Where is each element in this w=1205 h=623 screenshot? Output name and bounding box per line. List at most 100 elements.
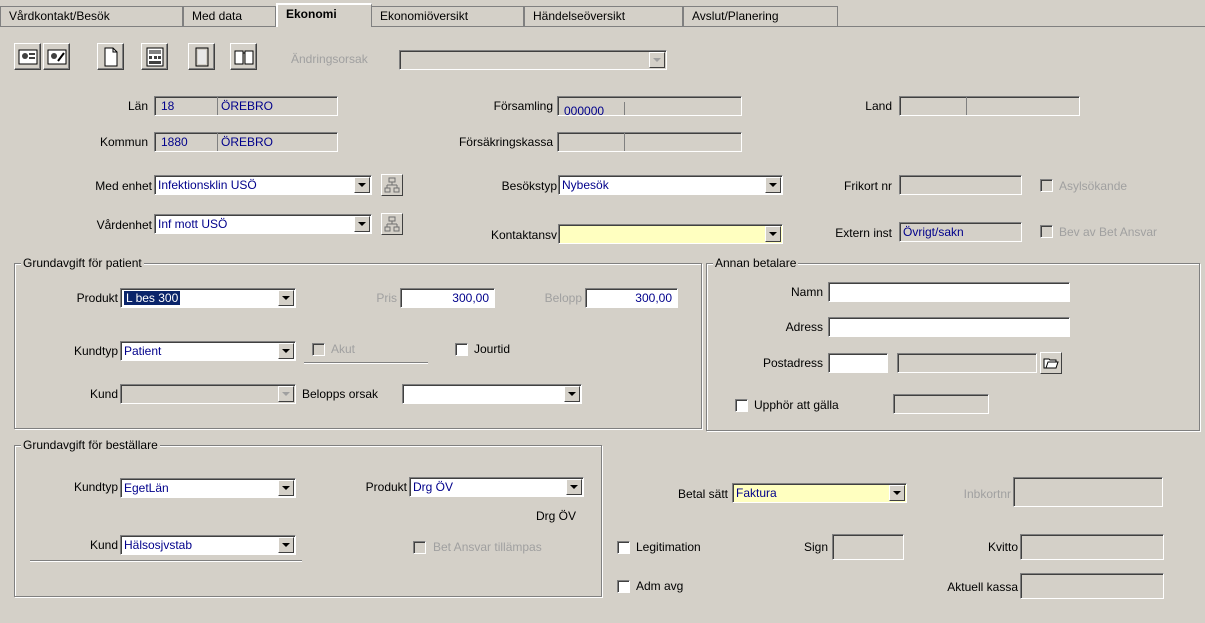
patient-kund-select[interactable] <box>120 384 296 404</box>
forsamling-field: 000000 <box>557 96 742 116</box>
besokstyp-select[interactable]: Nybesök <box>558 175 783 195</box>
forsamling-name <box>625 97 628 115</box>
namn-field[interactable] <box>828 282 1070 302</box>
postort-field[interactable] <box>897 353 1037 373</box>
tab-avslut-planering[interactable]: Avslut/Planering <box>683 6 838 26</box>
land-name <box>967 97 970 115</box>
chevron-down-icon[interactable] <box>278 480 294 496</box>
chevron-down-icon[interactable] <box>566 479 582 495</box>
orderer-produkt-text: Drg ÖV <box>536 509 577 523</box>
legitimation-label: Legitimation <box>636 540 701 554</box>
chevron-down-icon[interactable] <box>765 177 781 193</box>
frikort-field[interactable] <box>899 175 1022 195</box>
forsakringskassa-code <box>561 133 625 151</box>
namn-label: Namn <box>790 285 823 299</box>
pris-label: Pris <box>376 291 397 305</box>
blank-page-icon[interactable] <box>188 43 215 70</box>
chevron-down-icon[interactable] <box>765 226 781 242</box>
org-tree-icon[interactable] <box>381 174 403 196</box>
vardenhet-label: Vårdenhet <box>96 218 152 232</box>
lan-name: ÖREBRO <box>221 99 274 113</box>
asylsokande-checkbox[interactable] <box>1040 179 1053 192</box>
med-enhet-select[interactable]: Infektionsklin USÖ <box>154 175 372 195</box>
forsakringskassa-name <box>625 133 628 151</box>
chevron-down-icon[interactable] <box>278 343 294 359</box>
calculator-icon[interactable] <box>141 43 168 70</box>
patient-kundtyp-value: Patient <box>124 344 162 358</box>
akut-checkbox[interactable] <box>312 343 325 356</box>
sign-field[interactable] <box>832 534 904 560</box>
patient-kundtyp-select[interactable]: Patient <box>120 341 296 361</box>
forsamling-code: 000000 <box>561 102 625 115</box>
orderer-produkt-select[interactable]: Drg ÖV <box>409 477 584 497</box>
frikort-label: Frikort nr <box>844 179 892 193</box>
extern-inst-field[interactable]: Övrigt/sakn <box>899 222 1022 242</box>
postadress-label: Postadress <box>762 356 823 370</box>
tab-ekonomioversikt[interactable]: Ekonomiöversikt <box>371 6 524 26</box>
orderer-kundtyp-select[interactable]: EgetLän <box>120 478 296 498</box>
chevron-down-icon[interactable] <box>278 386 294 402</box>
chevron-down-icon[interactable] <box>649 52 665 68</box>
aktuell-kassa-field[interactable] <box>1020 573 1164 599</box>
tab-vardkontakt[interactable]: Vårdkontakt/Besök <box>0 6 183 26</box>
land-code <box>903 97 967 115</box>
tab-med-data[interactable]: Med data <box>183 6 276 26</box>
open-folder-icon[interactable] <box>1040 352 1062 374</box>
adm-avg-checkbox[interactable] <box>617 580 630 593</box>
upphor-att-galla-checkbox[interactable] <box>735 399 748 412</box>
forsamling-label: Församling <box>493 99 553 113</box>
akut-divider <box>304 362 428 364</box>
chevron-down-icon[interactable] <box>278 537 294 553</box>
kommun-code: 1880 <box>158 133 218 151</box>
org-tree-icon[interactable] <box>381 213 403 235</box>
chevron-down-icon[interactable] <box>889 485 905 501</box>
betal-satt-value: Faktura <box>736 486 777 500</box>
jourtid-label: Jourtid <box>474 342 511 356</box>
tab-handelseoversikt[interactable]: Händelseöversikt <box>524 6 683 26</box>
forsakringskassa-field <box>557 132 742 152</box>
book-icon[interactable] <box>230 43 257 70</box>
orderer-kund-divider <box>30 560 302 562</box>
chevron-down-icon[interactable] <box>564 386 580 402</box>
kvitto-field[interactable] <box>1020 534 1164 560</box>
kontaktansv-label: Kontaktansv <box>490 228 557 242</box>
bet-ansvar-checkbox[interactable] <box>413 541 426 554</box>
chevron-down-icon[interactable] <box>278 290 294 306</box>
akut-label: Akut <box>331 342 356 356</box>
upphor-att-galla-field[interactable] <box>893 394 989 414</box>
kontaktansv-select[interactable] <box>558 224 783 244</box>
orderer-produkt-value: Drg ÖV <box>413 480 454 494</box>
bet-ansvar-label: Bet Ansvar tillämpas <box>433 540 542 554</box>
kommun-name: ÖREBRO <box>221 135 274 149</box>
legitimation-checkbox[interactable] <box>617 541 630 554</box>
aktuell-kassa-label: Aktuell kassa <box>947 580 1018 594</box>
inbkortnr-field[interactable] <box>1013 477 1163 507</box>
adress-field[interactable] <box>828 317 1070 337</box>
andringsorsak-select[interactable] <box>399 50 667 70</box>
vardenhet-value: Inf mott USÖ <box>158 217 228 231</box>
betal-satt-select[interactable]: Faktura <box>732 483 907 503</box>
vardenhet-select[interactable]: Inf mott USÖ <box>154 214 372 234</box>
new-document-icon[interactable] <box>97 43 124 70</box>
orderer-kund-select[interactable]: Hälsosjvstab <box>120 535 296 555</box>
pris-field[interactable]: 300,00 <box>400 288 495 308</box>
besokstyp-value: Nybesök <box>562 178 609 192</box>
patient-card-icon[interactable] <box>14 43 41 70</box>
tab-bar: Vårdkontakt/Besök Med data Ekonomi Ekono… <box>0 0 1205 27</box>
bev-av-bet-ansvar-label: Bev av Bet Ansvar <box>1059 225 1158 239</box>
asylsokande-label: Asylsökande <box>1059 179 1128 193</box>
chevron-down-icon[interactable] <box>354 216 370 232</box>
sign-label: Sign <box>803 540 828 554</box>
jourtid-checkbox[interactable] <box>455 343 468 356</box>
patient-produkt-label: Produkt <box>76 291 118 305</box>
kvitto-label: Kvitto <box>987 540 1018 554</box>
chevron-down-icon[interactable] <box>354 177 370 193</box>
patient-card-edit-icon[interactable] <box>43 43 70 70</box>
patient-produkt-select[interactable]: L bes 300 <box>120 288 296 308</box>
belopp-field[interactable]: 300,00 <box>585 288 678 308</box>
bev-av-bet-ansvar-checkbox[interactable] <box>1040 225 1053 238</box>
tab-ekonomi[interactable]: Ekonomi <box>276 3 372 27</box>
patient-kundtyp-label: Kundtyp <box>73 344 118 358</box>
belopps-orsak-select[interactable] <box>402 384 582 404</box>
postnr-field[interactable] <box>828 353 888 373</box>
